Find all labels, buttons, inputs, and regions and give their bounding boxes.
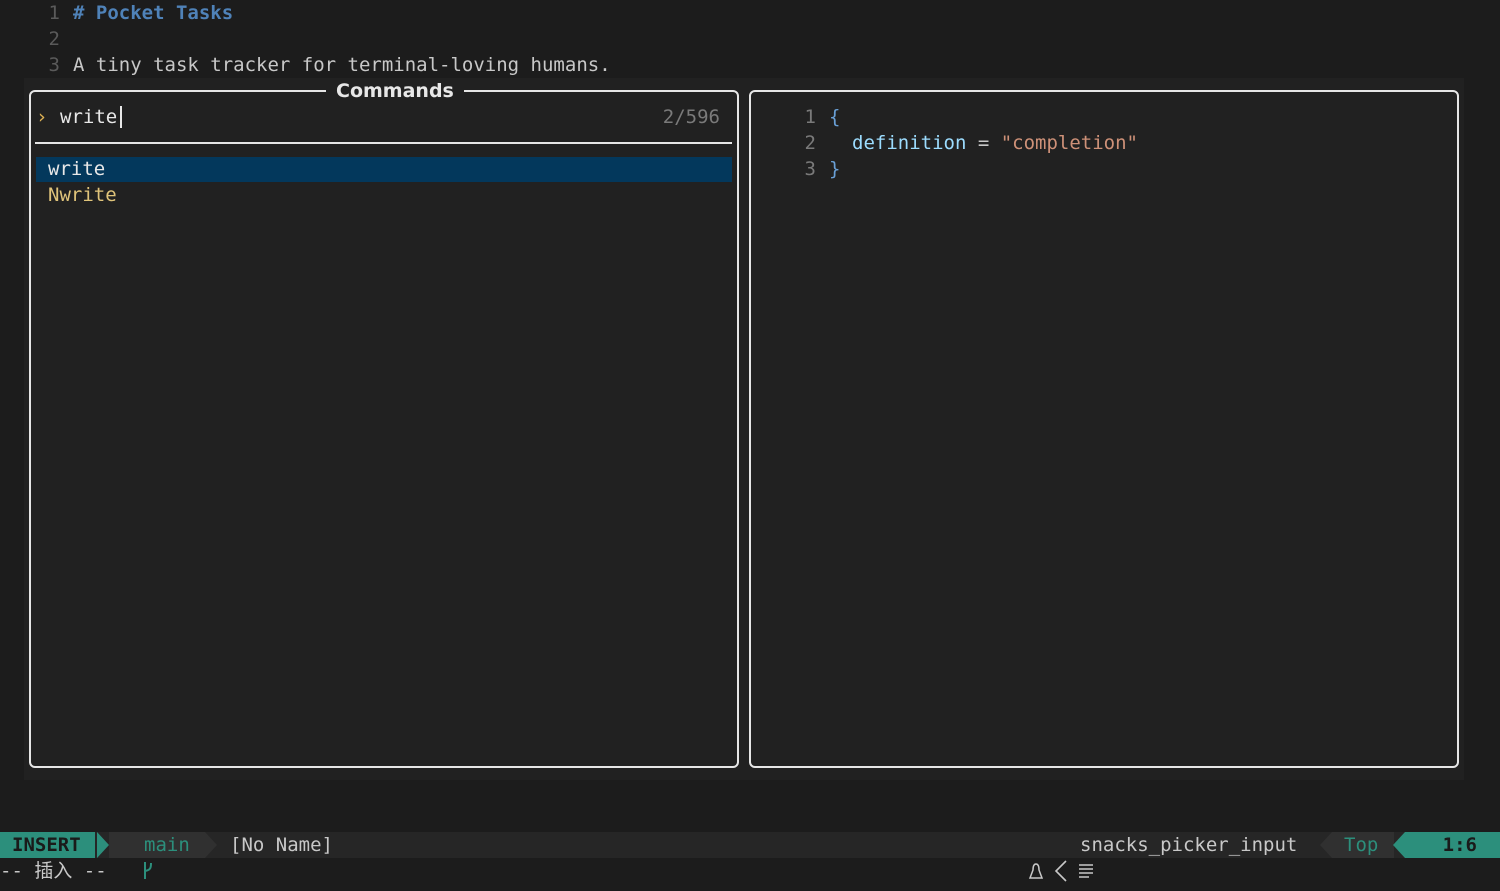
mode-separator [97, 832, 109, 858]
preview-line-number: 2 [804, 132, 816, 154]
picker-preview-panel [749, 90, 1459, 768]
preview-open-brace: { [829, 106, 841, 128]
text-cursor [120, 106, 122, 128]
preview-line-number: 3 [804, 158, 816, 180]
scroll-separator [1320, 832, 1332, 858]
position-separator [1393, 832, 1405, 858]
buffer-heading-line: # Pocket Tasks [73, 2, 234, 24]
picker-item-write[interactable]: write [48, 156, 105, 182]
line-number: 2 [48, 28, 60, 50]
scroll-position: Top [1344, 834, 1379, 856]
buffer-line: A tiny task tracker for terminal-loving … [73, 54, 611, 76]
selected-row-highlight [36, 157, 732, 182]
preview-key: definition [852, 132, 967, 154]
chevron-right-icon: › [36, 106, 48, 128]
preview-string: "completion" [1000, 132, 1138, 154]
mode-indicator: INSERT [0, 832, 95, 858]
preview-code-line: definition = "completion" [852, 130, 1138, 156]
preview-operator: = [966, 132, 1001, 154]
preview-close-brace: } [829, 158, 841, 180]
preview-line-number: 1 [804, 106, 816, 128]
command-line: -- 插入 -- [0, 860, 107, 882]
line-number: 3 [48, 54, 60, 76]
picker-list-panel [29, 90, 739, 768]
picker-title: Commands [326, 78, 464, 104]
file-name: [No Name] [230, 834, 333, 856]
picker-search-input[interactable]: write [60, 104, 117, 130]
file-type: snacks_picker_input [1080, 834, 1298, 856]
cursor-position: 1:6 [1442, 834, 1477, 856]
git-branch-name: main [144, 834, 190, 856]
line-number: 1 [48, 2, 60, 24]
match-count: 2/596 [662, 106, 720, 128]
branch-separator [205, 832, 217, 858]
picker-item-nwrite[interactable]: Nwrite [48, 182, 117, 208]
input-separator [35, 142, 732, 144]
